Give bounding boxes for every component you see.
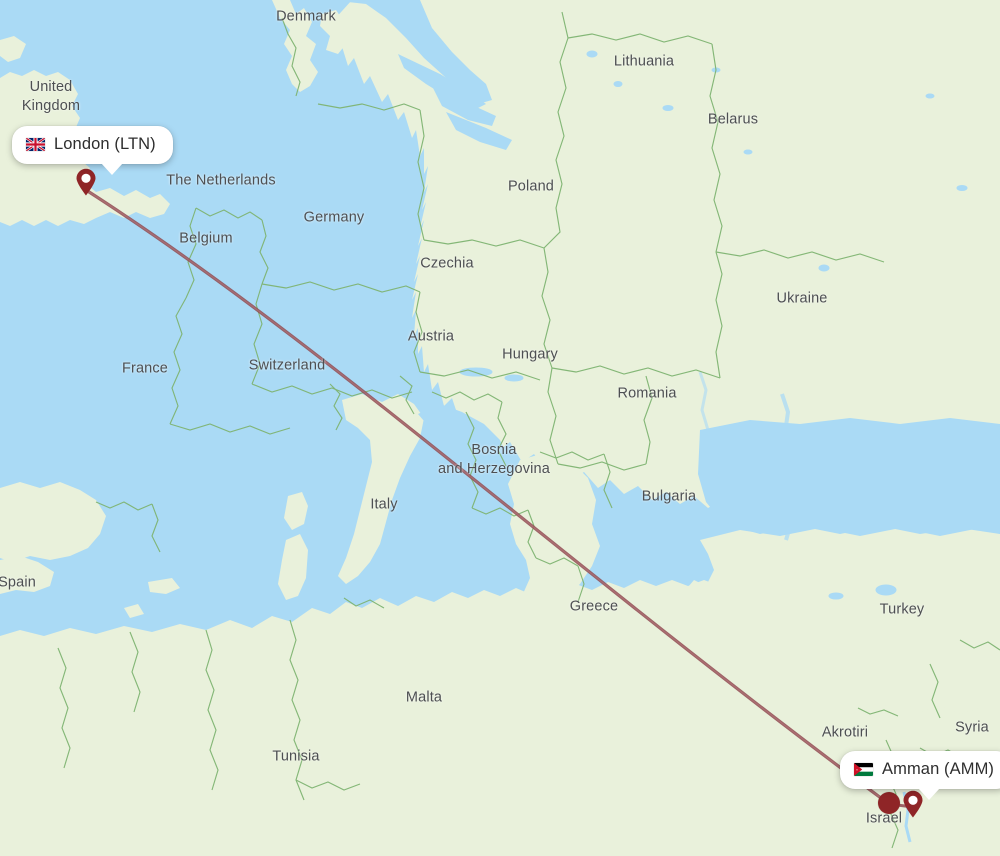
jordan-flag-icon bbox=[854, 763, 873, 776]
origin-callout[interactable]: London (LTN) bbox=[12, 126, 173, 175]
flight-route-map[interactable]: Denmark Lithuania Belarus United Kingdom The… bbox=[0, 0, 1000, 856]
united-kingdom-flag-icon bbox=[26, 138, 45, 151]
origin-map-pin-icon[interactable] bbox=[75, 168, 97, 196]
destination-callout-label: Amman (AMM) bbox=[882, 760, 995, 778]
black-sea bbox=[698, 418, 1000, 534]
origin-callout-label: London (LTN) bbox=[54, 135, 156, 153]
destination-callout[interactable]: Amman (AMM) bbox=[840, 751, 1000, 800]
waypoint-marker-dot[interactable] bbox=[878, 792, 900, 814]
